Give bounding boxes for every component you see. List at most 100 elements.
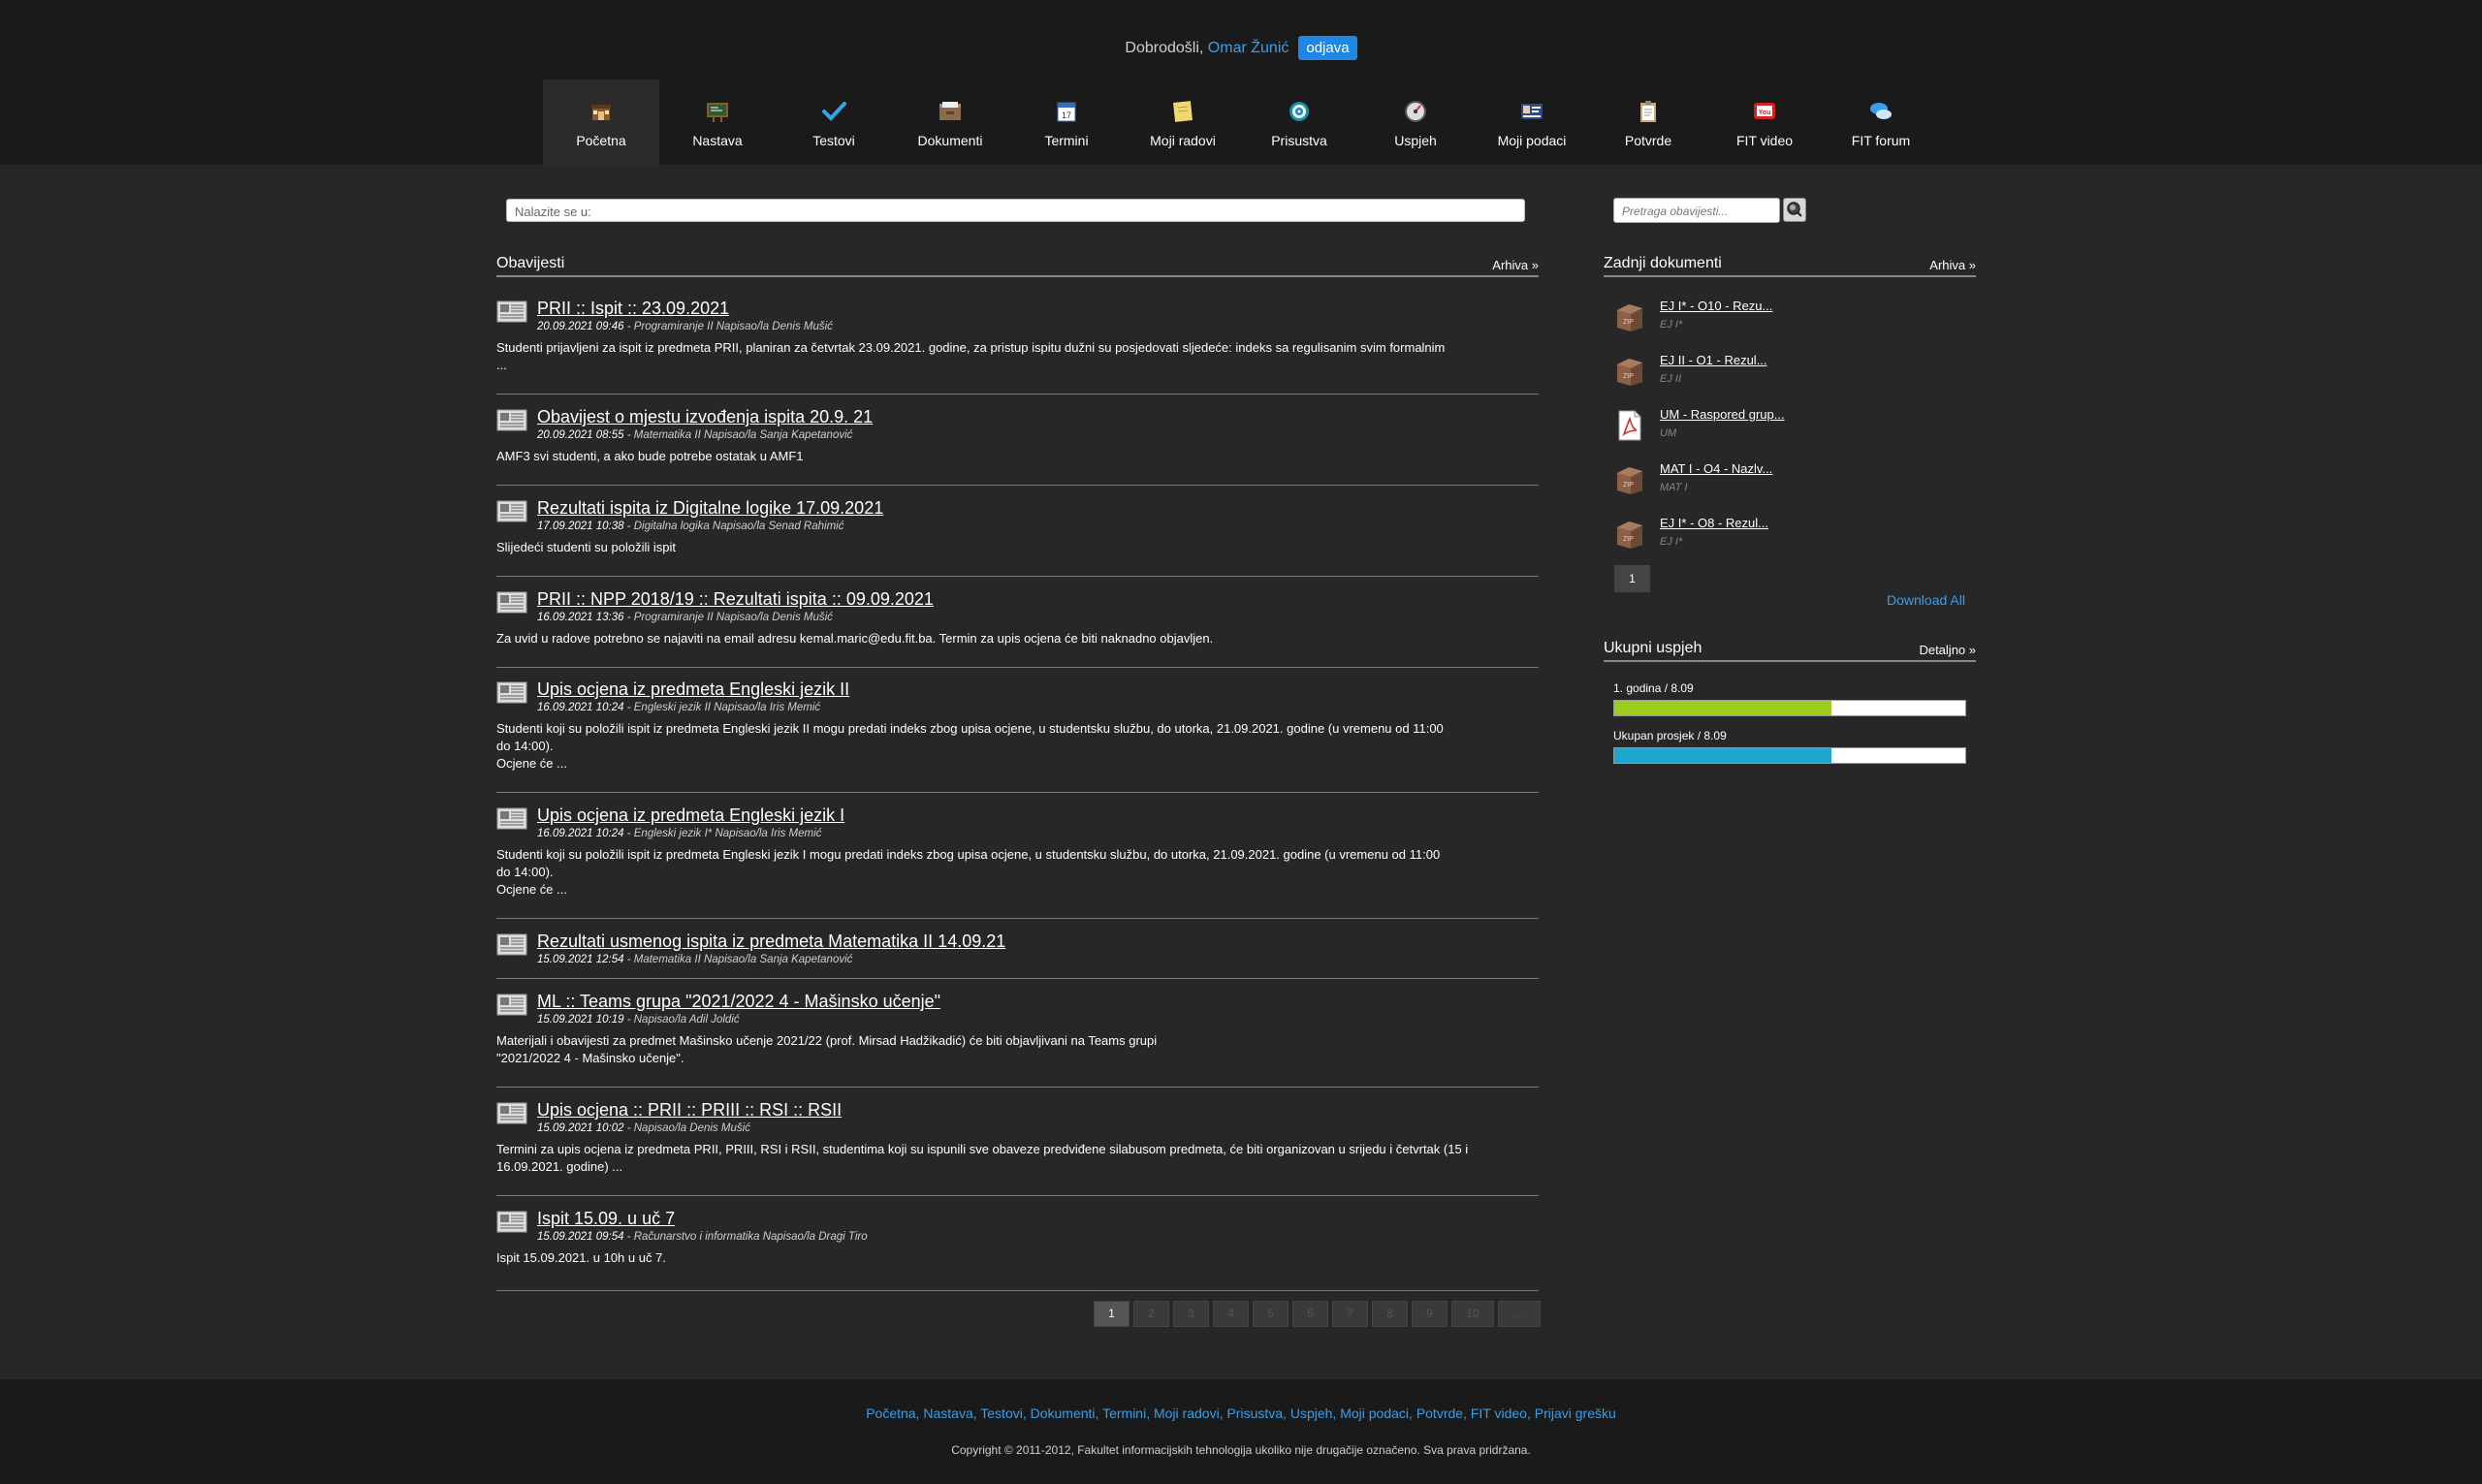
- nav-item-moji-podaci[interactable]: Moji podaci: [1474, 79, 1590, 165]
- nav-item-label: Početna: [576, 133, 626, 148]
- nav-item-pocetna[interactable]: Početna: [543, 79, 659, 165]
- svg-text:ZIP: ZIP: [1623, 536, 1634, 543]
- logout-button[interactable]: odjava: [1298, 36, 1357, 60]
- footer-link[interactable]: Moji radovi: [1154, 1405, 1220, 1421]
- archive-box-icon: ZIP: [1613, 518, 1646, 551]
- doc-subject: MAT I: [1660, 482, 1688, 493]
- footer-link[interactable]: Testovi: [980, 1405, 1023, 1421]
- doc-item: ZIP EJ I* - O10 - Rezu... EJ I*: [1613, 296, 1962, 342]
- doc-title-link[interactable]: EJ II - O1 - Rezul...: [1660, 353, 1767, 367]
- footer-link[interactable]: Dokumenti: [1031, 1405, 1096, 1421]
- news-title-link[interactable]: Ispit 15.09. u uč 7: [537, 1209, 675, 1229]
- news-item: Rezultati usmenog ispita iz predmeta Mat…: [496, 931, 1539, 979]
- search-icon: [1787, 202, 1802, 217]
- header: Dobrodošli, Omar Žunić odjava Početna Nast…: [0, 0, 2482, 165]
- success-detail-link[interactable]: Detaljno »: [1919, 643, 1976, 657]
- doc-title-link[interactable]: MAT I - O4 - Nazlv...: [1660, 461, 1772, 476]
- nav-item-termini[interactable]: 17 Termini: [1008, 79, 1125, 165]
- footer-link[interactable]: Početna: [866, 1405, 915, 1421]
- download-all-link[interactable]: Download All: [1887, 592, 1965, 608]
- page-button[interactable]: 7: [1332, 1301, 1368, 1327]
- footer-link[interactable]: Moji podaci: [1340, 1405, 1409, 1421]
- nav-item-fit-forum[interactable]: FIT forum: [1823, 79, 1939, 165]
- success-section-title: Ukupni uspjeh: [1604, 640, 1702, 656]
- page-button[interactable]: 4: [1213, 1301, 1249, 1327]
- doc-title-link[interactable]: UM - Raspored grup...: [1660, 407, 1785, 422]
- nav-item-prisustva[interactable]: Prisustva: [1241, 79, 1357, 165]
- news-author: - Digitalna logika Napisao/la Senad Rahi…: [623, 521, 844, 532]
- news-body: Studenti koji su položili ispit iz predm…: [496, 721, 1444, 771]
- page-button[interactable]: 3: [1173, 1301, 1209, 1327]
- news-body: AMF3 svi studenti, a ako bude potrebe os…: [496, 449, 804, 463]
- success-section-header: Ukupni uspjeh Detaljno »: [1604, 635, 1976, 662]
- news-meta: 20.09.2021 09:46 - Programiranje II Napi…: [537, 321, 833, 332]
- doc-title-link[interactable]: EJ I* - O8 - Rezul...: [1660, 516, 1768, 530]
- news-title-link[interactable]: ML :: Teams grupa "2021/2022 4 - Mašinsk…: [537, 992, 940, 1012]
- success-progress-fill: [1614, 701, 1832, 715]
- doc-subject: EJ I*: [1660, 536, 1683, 548]
- news-title-link[interactable]: Upis ocjena :: PRII :: PRIII :: RSI :: R…: [537, 1100, 842, 1121]
- nav-item-uspjeh[interactable]: Uspjeh: [1357, 79, 1474, 165]
- news-meta: 15.09.2021 12:54 - Matematika II Napisao…: [537, 954, 852, 965]
- docs-archive-link[interactable]: Arhiva »: [1929, 258, 1976, 272]
- news-body: Termini za upis ocjena iz predmeta PRII,…: [496, 1142, 1469, 1174]
- nav-item-dokumenti[interactable]: Dokumenti: [892, 79, 1008, 165]
- news-archive-link[interactable]: Arhiva »: [1492, 258, 1539, 272]
- page-button[interactable]: 8: [1372, 1301, 1408, 1327]
- success-label: 1. godina / 8.09: [1613, 681, 1694, 695]
- nav-item-potvrde[interactable]: Potvrde: [1590, 79, 1706, 165]
- copyright: Copyright © 2011-2012, Fakultet informac…: [951, 1443, 1531, 1457]
- success-label: Ukupan prosjek / 8.09: [1613, 729, 1727, 742]
- doc-item: UM - Raspored grup... UM: [1613, 404, 1962, 451]
- footer-link[interactable]: Prisustva: [1226, 1405, 1283, 1421]
- news-icon: [496, 299, 527, 324]
- page-button[interactable]: 6: [1292, 1301, 1328, 1327]
- news-icon: [496, 407, 527, 432]
- page-button[interactable]: 5: [1253, 1301, 1289, 1327]
- news-title-link[interactable]: PRII :: NPP 2018/19 :: Rezultati ispita …: [537, 589, 934, 610]
- footer-link[interactable]: Potvrde: [1416, 1405, 1463, 1421]
- news-section-header: Obavijesti Arhiva »: [496, 250, 1539, 277]
- news-author: - Napisao/la Adil Joldić: [623, 1014, 740, 1026]
- footer-link[interactable]: Prijavi grešku: [1535, 1405, 1616, 1421]
- nav-item-label: Potvrde: [1624, 133, 1672, 148]
- doc-item: ZIP EJ I* - O8 - Rezul... EJ I*: [1613, 513, 1962, 559]
- news-body: Za uvid u radove potrebno se najaviti na…: [496, 631, 1214, 646]
- page-button[interactable]: 9: [1412, 1301, 1448, 1327]
- nav-item-testovi[interactable]: Testovi: [776, 79, 892, 165]
- footer-link[interactable]: Termini: [1102, 1405, 1146, 1421]
- news-title-link[interactable]: PRII :: Ispit :: 23.09.2021: [537, 299, 729, 319]
- news-title-link[interactable]: Upis ocjena iz predmeta Engleski jezik I…: [537, 679, 849, 700]
- search-button[interactable]: [1783, 198, 1806, 222]
- news-body: Studenti prijavljeni za ispit iz predmet…: [496, 340, 1446, 372]
- nav-item-nastava[interactable]: Nastava: [659, 79, 776, 165]
- page-button[interactable]: 10: [1451, 1301, 1494, 1327]
- footer-link[interactable]: Nastava: [923, 1405, 972, 1421]
- news-meta: 20.09.2021 08:55 - Matematika II Napisao…: [537, 429, 852, 441]
- user-name-link[interactable]: Omar Žunić: [1208, 40, 1289, 56]
- news-title-link[interactable]: Rezultati usmenog ispita iz predmeta Mat…: [537, 931, 1005, 952]
- news-icon: [496, 679, 527, 705]
- success-progress-bar: [1613, 747, 1966, 764]
- footer-link[interactable]: FIT video: [1471, 1405, 1527, 1421]
- news-search-input[interactable]: Pretraga obavijesti...: [1613, 198, 1780, 223]
- news-title-link[interactable]: Obavijest o mjestu izvođenja ispita 20.9…: [537, 407, 873, 427]
- docs-page-button[interactable]: 1: [1614, 565, 1650, 592]
- news-body: Ispit 15.09.2021. u 10h u uč 7.: [496, 1250, 666, 1265]
- news-item: ML :: Teams grupa "2021/2022 4 - Mašinsk…: [496, 992, 1539, 1088]
- nav-item-moji-radovi[interactable]: Moji radovi: [1125, 79, 1241, 165]
- doc-title-link[interactable]: EJ I* - O10 - Rezu...: [1660, 299, 1772, 313]
- news-title-link[interactable]: Rezultati ispita iz Digitalne logike 17.…: [537, 498, 883, 519]
- page-button[interactable]: ...: [1498, 1301, 1541, 1327]
- news-body: Studenti koji su položili ispit iz predm…: [496, 847, 1441, 897]
- page-button[interactable]: 2: [1133, 1301, 1169, 1327]
- news-title-link[interactable]: Upis ocjena iz predmeta Engleski jezik I: [537, 805, 844, 826]
- footer-link[interactable]: Uspjeh: [1290, 1405, 1333, 1421]
- nav-item-fit-video[interactable]: You FIT video: [1706, 79, 1823, 165]
- page-button[interactable]: 1: [1094, 1301, 1130, 1327]
- news-date: 16.09.2021 10:24: [537, 702, 624, 713]
- news-icon: [496, 1100, 527, 1125]
- doc-item: ZIP EJ II - O1 - Rezul... EJ II: [1613, 350, 1962, 396]
- footer: Početna, Nastava, Testovi, Dokumenti, Te…: [0, 1379, 2482, 1484]
- news-icon: [496, 805, 527, 831]
